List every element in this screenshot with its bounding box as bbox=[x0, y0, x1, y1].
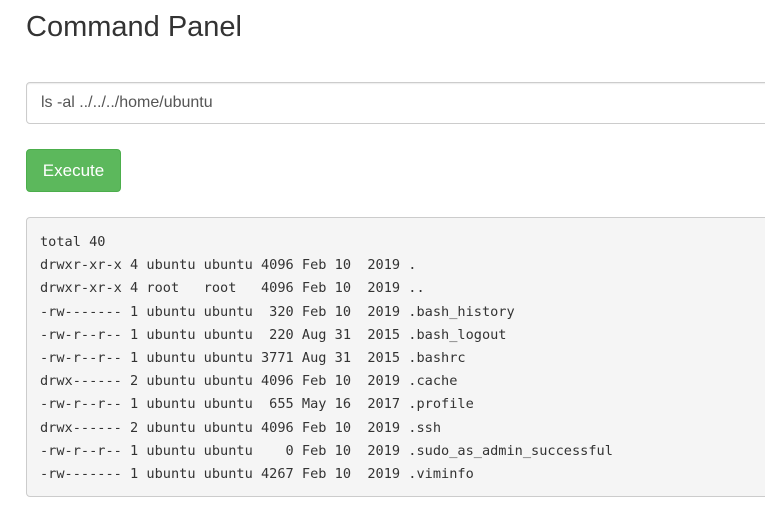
output-line: drwxr-xr-x 4 ubuntu ubuntu 4096 Feb 10 2… bbox=[40, 257, 417, 274]
execute-button[interactable]: Execute bbox=[26, 149, 121, 192]
output-line: -rw------- 1 ubuntu ubuntu 4267 Feb 10 2… bbox=[40, 466, 474, 483]
output-line: drwxr-xr-x 4 root root 4096 Feb 10 2019 … bbox=[40, 280, 425, 297]
output-line: -rw-r--r-- 1 ubuntu ubuntu 220 Aug 31 20… bbox=[40, 326, 507, 343]
output-line: drwx------ 2 ubuntu ubuntu 4096 Feb 10 2… bbox=[40, 373, 458, 390]
page-title: Command Panel bbox=[26, 11, 242, 43]
output-line: drwx------ 2 ubuntu ubuntu 4096 Feb 10 2… bbox=[40, 419, 442, 436]
output-line: -rw-r--r-- 1 ubuntu ubuntu 3771 Aug 31 2… bbox=[40, 350, 466, 367]
output-line: -rw------- 1 ubuntu ubuntu 320 Feb 10 20… bbox=[40, 303, 515, 320]
output-line: -rw-r--r-- 1 ubuntu ubuntu 655 May 16 20… bbox=[40, 396, 474, 413]
output-line: total 40 bbox=[40, 234, 106, 250]
command-input[interactable] bbox=[26, 82, 765, 124]
command-output: total 40 drwxr-xr-x 4 ubuntu ubuntu 4096 … bbox=[26, 217, 765, 497]
output-line: -rw-r--r-- 1 ubuntu ubuntu 0 Feb 10 2019… bbox=[40, 442, 613, 459]
